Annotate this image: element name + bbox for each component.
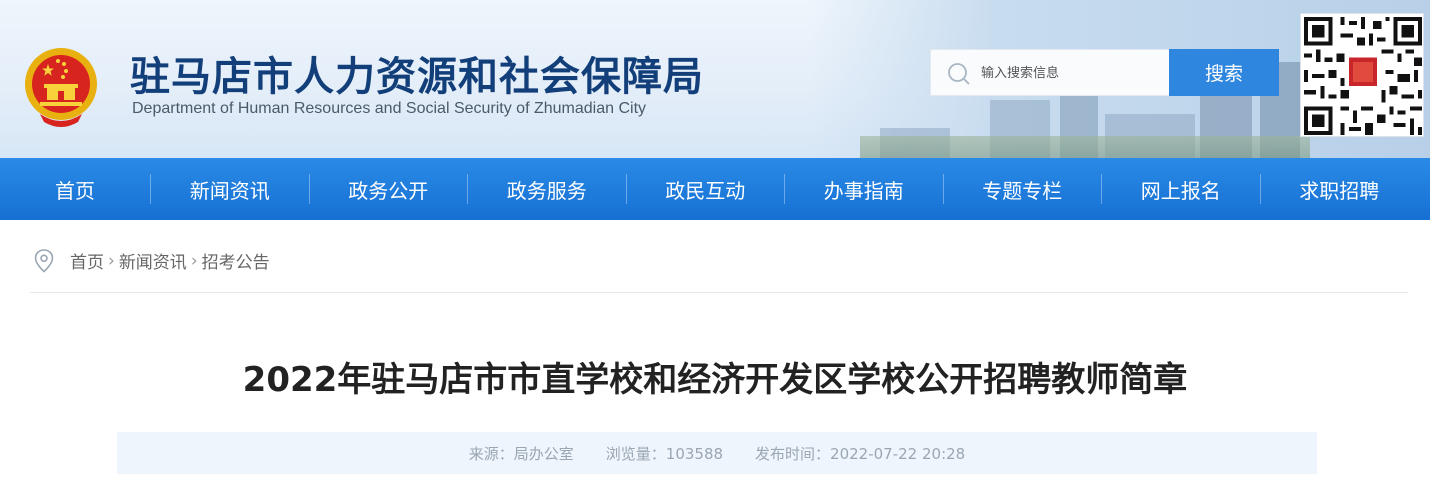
- qr-code-icon: [1304, 17, 1422, 135]
- location-pin-icon: [34, 248, 54, 273]
- chevron-right-icon: ›: [108, 250, 115, 271]
- article-meta: 来源：局办公室 浏览量：103588 发布时间：2022-07-22 20:28: [117, 432, 1317, 474]
- nav-item-interaction[interactable]: 政民互动: [627, 158, 785, 220]
- breadcrumb-item-home[interactable]: 首页: [70, 248, 104, 273]
- search-icon: [948, 63, 970, 85]
- nav-item-topics[interactable]: 专题专栏: [944, 158, 1102, 220]
- article-title: 2022年驻马店市市直学校和经济开发区学校公开招聘教师简章: [242, 360, 1188, 400]
- nav-item-gov-service[interactable]: 政务服务: [468, 158, 626, 220]
- main-nav: 首页 新闻资讯 政务公开 政务服务 政民互动 办事指南 专题专栏 网上报名 求职…: [0, 158, 1430, 220]
- nav-item-gov-open[interactable]: 政务公开: [310, 158, 468, 220]
- qr-code: [1300, 13, 1424, 137]
- breadcrumb: 首页 › 新闻资讯 › 招考公告: [34, 248, 270, 273]
- search-box: [930, 49, 1170, 96]
- article-views: 浏览量：103588: [605, 444, 724, 463]
- nav-item-home[interactable]: 首页: [0, 158, 150, 220]
- breadcrumb-area: 首页 › 新闻资讯 › 招考公告: [0, 220, 1430, 294]
- breadcrumb-divider: [30, 292, 1408, 293]
- article-source: 来源：局办公室: [468, 444, 574, 463]
- site-header: 驻马店市人力资源和社会保障局 Department of Human Resou…: [0, 0, 1430, 158]
- nav-item-online-signup[interactable]: 网上报名: [1102, 158, 1260, 220]
- article-published: 发布时间：2022-07-22 20:28: [755, 444, 966, 463]
- national-emblem-icon: [25, 48, 97, 127]
- site-subtitle: Department of Human Resources and Social…: [132, 100, 647, 117]
- nav-item-jobs[interactable]: 求职招聘: [1261, 158, 1419, 220]
- site-title: 驻马店市人力资源和社会保障局: [130, 53, 704, 100]
- chevron-right-icon: ›: [190, 250, 198, 271]
- nav-item-guide[interactable]: 办事指南: [785, 158, 943, 220]
- breadcrumb-item-news[interactable]: 新闻资讯: [119, 248, 187, 273]
- breadcrumb-item-announcements[interactable]: 招考公告: [202, 248, 270, 273]
- search-input[interactable]: [981, 60, 1161, 86]
- search-button[interactable]: 搜索: [1169, 49, 1279, 96]
- nav-item-news[interactable]: 新闻资讯: [151, 158, 309, 220]
